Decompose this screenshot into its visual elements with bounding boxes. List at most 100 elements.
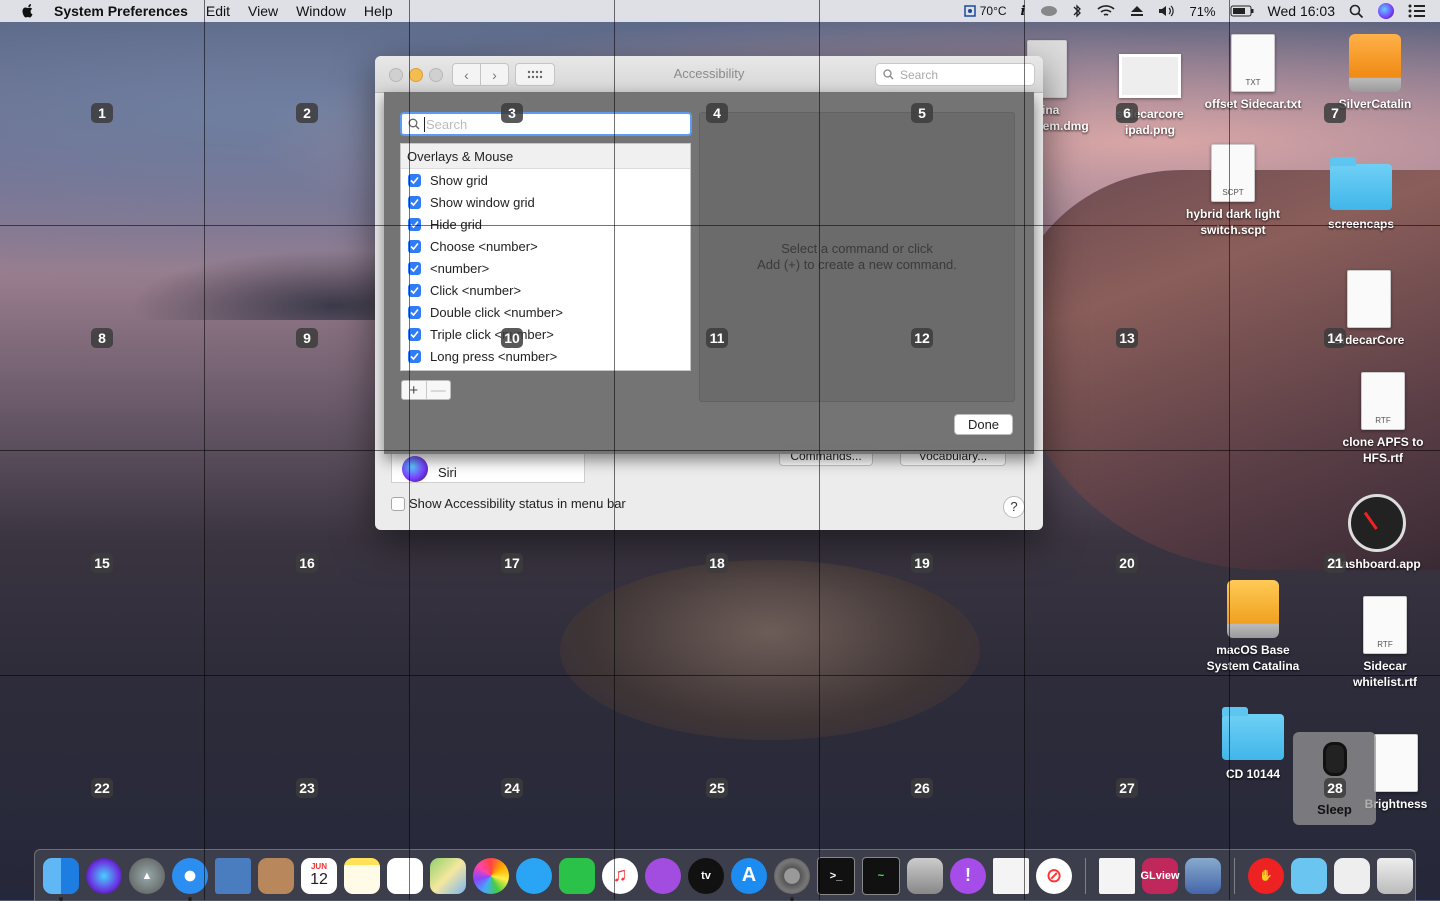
grid-number[interactable]: 9 <box>296 328 318 348</box>
script-editor-icon[interactable] <box>1099 857 1135 894</box>
reminders-icon[interactable] <box>387 857 423 894</box>
desktop-icon-folder-cd[interactable]: CD 10144 <box>1198 707 1308 782</box>
mail-sender-icon[interactable] <box>215 857 251 894</box>
notes-icon[interactable] <box>344 857 380 894</box>
music-icon[interactable]: ♫ <box>602 857 638 894</box>
preferences-search-field[interactable]: Search <box>875 63 1035 86</box>
grid-number[interactable]: 8 <box>91 328 113 348</box>
grid-number[interactable]: 17 <box>501 553 523 573</box>
battery-icon[interactable] <box>1230 5 1254 17</box>
grid-number[interactable]: 24 <box>501 778 523 798</box>
launchpad-icon[interactable]: ▲ <box>129 857 165 894</box>
grid-number[interactable]: 23 <box>296 778 318 798</box>
grid-number[interactable]: 13 <box>1116 328 1138 348</box>
command-row[interactable]: Click <number> <box>401 279 690 301</box>
podcasts-icon[interactable] <box>645 857 681 894</box>
menu-edit[interactable]: Edit <box>206 3 230 19</box>
desktop-icon-png[interactable]: sidecarcore ipad.png <box>1095 48 1205 138</box>
safari-icon[interactable] <box>172 857 208 901</box>
grid-number[interactable]: 3 <box>501 103 523 123</box>
grid-number[interactable]: 26 <box>911 778 933 798</box>
maps-icon[interactable] <box>430 857 466 894</box>
grid-number[interactable]: 5 <box>911 103 933 123</box>
contacts-icon[interactable] <box>258 857 294 894</box>
volume-icon[interactable] <box>1158 4 1176 18</box>
drive-status-icon[interactable] <box>1040 4 1058 18</box>
grid-number[interactable]: 27 <box>1116 778 1138 798</box>
show-status-row[interactable]: Show Accessibility status in menu bar <box>391 496 626 511</box>
command-row[interactable]: Hide grid <box>401 213 690 235</box>
desktop-icon-clone-rtf[interactable]: RTF clone APFS to HFS.rtf <box>1328 372 1438 466</box>
calendar-icon[interactable]: JUN 12 <box>301 857 337 894</box>
grid-number[interactable]: 28 <box>1324 778 1346 798</box>
command-row[interactable]: Long press <number> <box>401 345 690 367</box>
add-command-button[interactable]: + <box>402 381 426 399</box>
app-menu[interactable]: System Preferences <box>54 3 188 19</box>
grid-number[interactable]: 11 <box>706 328 728 348</box>
eject-icon[interactable] <box>1130 5 1144 17</box>
grid-number[interactable]: 7 <box>1324 103 1346 123</box>
grid-number[interactable]: 2 <box>296 103 318 123</box>
command-row[interactable]: Show window grid <box>401 191 690 213</box>
glview-icon[interactable]: GLview <box>1140 857 1180 894</box>
help-button[interactable]: ? <box>1003 496 1025 518</box>
bluetooth-icon[interactable] <box>1072 3 1082 19</box>
stop-hand-icon[interactable]: ✋ <box>1248 857 1284 894</box>
command-row[interactable]: Choose <number> <box>401 235 690 257</box>
siri-list-item[interactable]: Siri <box>391 452 585 483</box>
desktop-icon-drive[interactable]: SilverCatalin <box>1320 34 1430 112</box>
terminal-icon[interactable]: >_ <box>817 856 855 895</box>
command-row[interactable]: <number> <box>401 257 690 279</box>
photos-icon[interactable] <box>473 857 509 894</box>
activity-monitor-icon[interactable]: ~ <box>862 856 900 895</box>
notification-center-icon[interactable] <box>1408 4 1426 18</box>
grid-number[interactable]: 25 <box>706 778 728 798</box>
wifi-icon[interactable] <box>1096 4 1116 18</box>
menu-help[interactable]: Help <box>364 3 393 19</box>
show-status-checkbox[interactable] <box>391 496 405 511</box>
app-store-icon[interactable]: A <box>731 857 767 894</box>
facetime-icon[interactable] <box>559 857 595 894</box>
spotlight-icon[interactable] <box>1349 4 1364 19</box>
commands-search-field[interactable]: Search <box>400 112 692 136</box>
grid-number[interactable]: 1 <box>91 103 113 123</box>
finder-icon[interactable] <box>43 857 79 901</box>
command-row[interactable]: Show grid <box>401 169 690 191</box>
grid-number[interactable]: 12 <box>911 328 933 348</box>
messages-icon[interactable] <box>516 857 552 894</box>
desktop-icon-txt[interactable]: TXT offset Sidecar.txt <box>1198 34 1308 112</box>
disk-utility-icon[interactable] <box>907 857 943 894</box>
downloads-stack-icon[interactable] <box>1291 857 1327 894</box>
system-preferences-icon[interactable] <box>774 857 810 901</box>
feedback-assistant-icon[interactable]: ! <box>950 857 986 894</box>
grid-number[interactable]: 15 <box>91 553 113 573</box>
command-row[interactable]: Triple click <number> <box>401 323 690 345</box>
grid-number[interactable]: 16 <box>296 553 318 573</box>
grid-number[interactable]: 20 <box>1116 553 1138 573</box>
grid-number[interactable]: 18 <box>706 553 728 573</box>
menu-window[interactable]: Window <box>296 3 346 19</box>
grid-number[interactable]: 14 <box>1324 328 1346 348</box>
menu-view[interactable]: View <box>248 3 278 19</box>
grid-number[interactable]: 22 <box>91 778 113 798</box>
apple-menu-icon[interactable] <box>20 3 36 19</box>
preview-icon[interactable] <box>1185 857 1221 894</box>
menubar-clock[interactable]: Wed 16:03 <box>1268 3 1335 19</box>
desktop-icon-macos-base[interactable]: macOS Base System Catalina <box>1198 580 1308 674</box>
desktop-icon-folder-screencaps[interactable]: screencaps <box>1306 157 1416 232</box>
temperature-monitor[interactable]: 70°C <box>962 3 1007 19</box>
grid-number[interactable]: 10 <box>501 328 523 348</box>
apple-tv-icon[interactable]: tv <box>688 857 724 894</box>
siri-menu-icon[interactable] <box>1378 3 1394 19</box>
grid-number[interactable]: 4 <box>706 103 728 123</box>
remove-command-button[interactable]: — <box>425 381 451 399</box>
done-button[interactable]: Done <box>954 414 1013 435</box>
command-row[interactable]: Double click <number> <box>401 301 690 323</box>
trash-icon[interactable] <box>1377 857 1413 894</box>
news-icon[interactable]: ⊘ <box>1036 857 1072 894</box>
siri-icon[interactable] <box>86 857 122 894</box>
grid-number[interactable]: 21 <box>1324 553 1346 573</box>
desktop-icon-scpt[interactable]: SCPT hybrid dark light switch.scpt <box>1178 144 1288 238</box>
battery-percent[interactable]: 71% <box>1190 4 1216 19</box>
grid-number[interactable]: 19 <box>911 553 933 573</box>
